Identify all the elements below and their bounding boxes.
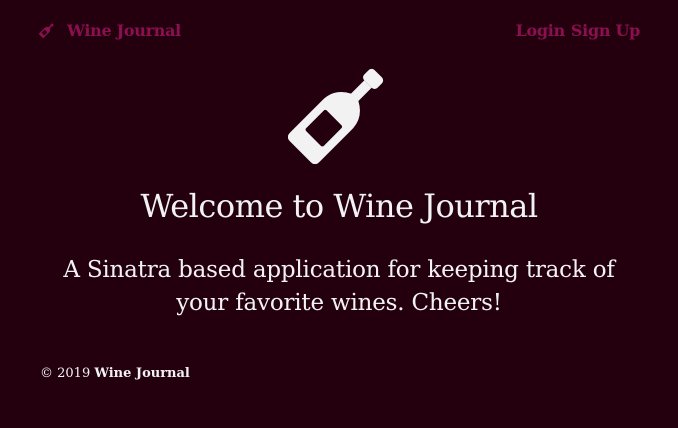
wine-bottle-icon	[39, 22, 55, 38]
login-link[interactable]: Login	[516, 21, 566, 40]
copyright-text: © 2019	[40, 366, 91, 381]
wine-bottle-icon	[288, 60, 392, 164]
footer-brand: Wine Journal	[94, 366, 190, 381]
page-title: Welcome to Wine Journal	[140, 187, 538, 225]
navbar: Wine Journal Login Sign Up	[0, 0, 678, 60]
hero-tagline: A Sinatra based application for keeping …	[63, 257, 615, 316]
nav-links: Login Sign Up	[516, 19, 641, 41]
brand-name: Wine Journal	[67, 20, 181, 40]
footer: © 2019 Wine Journal	[40, 364, 190, 384]
brand-link[interactable]: Wine Journal	[39, 19, 181, 41]
signup-link[interactable]: Sign Up	[571, 21, 640, 40]
